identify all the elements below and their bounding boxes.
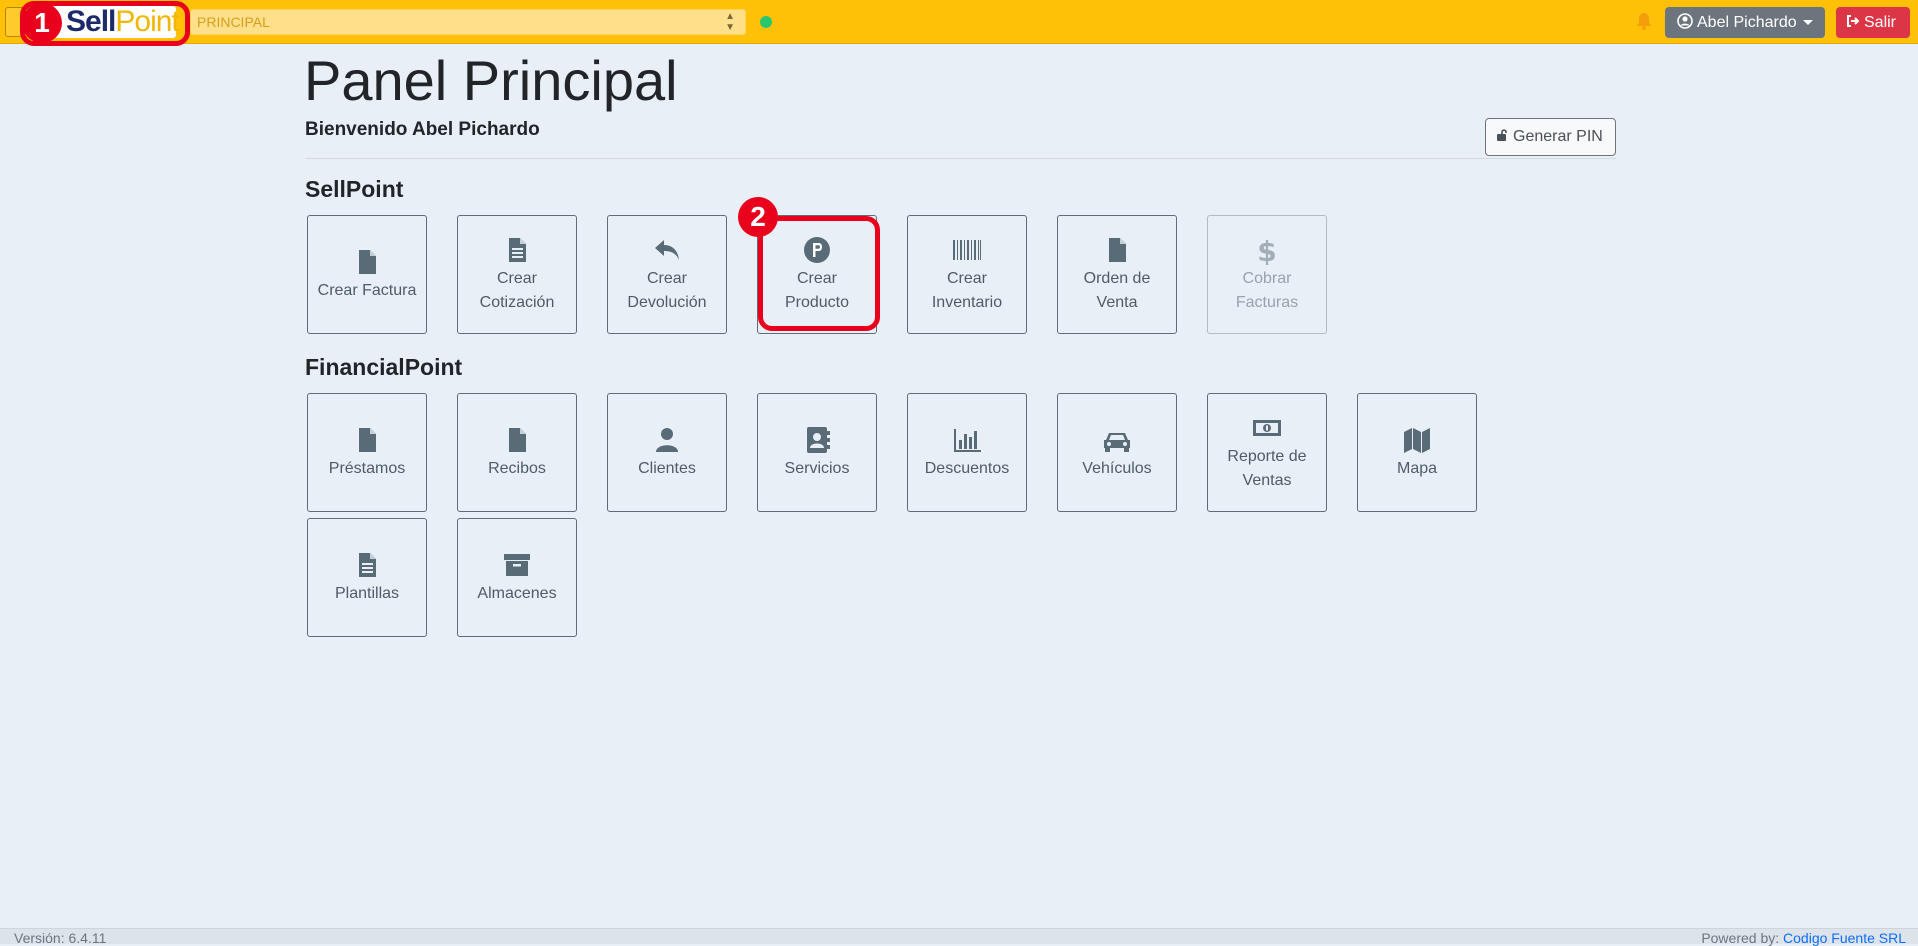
tile-cobrar-facturas: $ Cobrar Facturas bbox=[1207, 215, 1327, 334]
user-circle-icon bbox=[1677, 13, 1693, 29]
unlock-icon bbox=[1497, 129, 1507, 141]
header-divider bbox=[305, 158, 1616, 159]
file-text-icon bbox=[359, 552, 376, 577]
tile-label: Crear Factura bbox=[317, 281, 417, 299]
barcode-icon bbox=[953, 239, 981, 260]
dollar-icon: $ bbox=[1257, 235, 1276, 265]
chevron-down-icon bbox=[1803, 20, 1813, 25]
address-book-icon bbox=[807, 426, 830, 453]
section-title-financialpoint: FinancialPoint bbox=[305, 354, 463, 380]
annotation-number-2: 2 bbox=[738, 197, 778, 237]
annotation-highlight-2 bbox=[758, 216, 880, 331]
select-arrows-icon: ▲ ▼ bbox=[725, 11, 735, 33]
tile-crear-devolucion[interactable]: Crear Devolución bbox=[607, 215, 727, 334]
branch-select[interactable]: PRINCIPAL ▲ ▼ bbox=[190, 9, 746, 35]
user-icon bbox=[656, 427, 678, 452]
tile-servicios[interactable]: Servicios bbox=[757, 393, 877, 512]
tile-descuentos[interactable]: Descuentos bbox=[907, 393, 1027, 512]
tile-label: Préstamos bbox=[328, 459, 406, 477]
tile-label: Crear Cotización bbox=[479, 269, 555, 311]
tile-label: Vehículos bbox=[1082, 459, 1152, 477]
tile-almacenes[interactable]: Almacenes bbox=[457, 518, 577, 637]
tile-vehiculos[interactable]: Vehículos bbox=[1057, 393, 1177, 512]
tile-crear-cotizacion[interactable]: Crear Cotización bbox=[457, 215, 577, 334]
tile-plantillas[interactable]: Plantillas bbox=[307, 518, 427, 637]
generate-pin-label: Generar PIN bbox=[1513, 128, 1603, 145]
tile-label: Mapa bbox=[1396, 459, 1438, 477]
file-text-icon bbox=[509, 237, 526, 262]
svg-text:$: $ bbox=[1257, 235, 1276, 265]
generate-pin-button[interactable]: Generar PIN bbox=[1485, 118, 1616, 156]
powered-by: Powered by: Codigo Fuente SRL bbox=[1701, 930, 1906, 946]
tile-orden-de-venta[interactable]: Orden de Venta bbox=[1057, 215, 1177, 334]
tile-label: Clientes bbox=[638, 459, 696, 477]
version-text: Versión: 6.4.11 bbox=[14, 930, 107, 946]
archive-icon bbox=[504, 553, 530, 576]
tile-mapa[interactable]: Mapa bbox=[1357, 393, 1477, 512]
tile-label: Recibos bbox=[488, 459, 546, 477]
user-name: Abel Pichardo bbox=[1697, 14, 1797, 31]
tile-recibos[interactable]: Recibos bbox=[457, 393, 577, 512]
page-title: Panel Principal bbox=[304, 49, 678, 112]
tile-label: Orden de Venta bbox=[1083, 269, 1151, 311]
car-icon bbox=[1104, 432, 1130, 452]
branch-select-value: PRINCIPAL bbox=[197, 14, 270, 30]
file-icon bbox=[1109, 237, 1126, 262]
tile-prestamos[interactable]: Préstamos bbox=[307, 393, 427, 512]
tile-label: Servicios bbox=[784, 459, 850, 477]
section-title-sellpoint: SellPoint bbox=[305, 176, 404, 202]
file-icon bbox=[359, 249, 376, 274]
logout-button[interactable]: Salir bbox=[1836, 7, 1910, 38]
welcome-message: Bienvenido Abel Pichardo bbox=[305, 119, 540, 140]
tile-label: Almacenes bbox=[477, 584, 557, 602]
tile-label: Plantillas bbox=[334, 584, 400, 602]
user-menu-button[interactable]: Abel Pichardo bbox=[1665, 7, 1825, 38]
tile-crear-inventario[interactable]: Crear Inventario bbox=[907, 215, 1027, 334]
bell-icon[interactable] bbox=[1636, 12, 1652, 30]
footer-bar bbox=[0, 928, 1918, 944]
sign-out-icon bbox=[1847, 15, 1860, 27]
tile-label: Reporte de Ventas bbox=[1227, 447, 1307, 489]
file-icon bbox=[509, 427, 526, 452]
tile-reporte-de-ventas[interactable]: Reporte de Ventas bbox=[1207, 393, 1327, 512]
tile-crear-factura[interactable]: Crear Factura bbox=[307, 215, 427, 334]
bar-chart-icon bbox=[954, 428, 981, 452]
tile-label: Crear Devolución bbox=[627, 269, 707, 311]
powered-by-prefix: Powered by: bbox=[1701, 930, 1780, 946]
tile-clientes[interactable]: Clientes bbox=[607, 393, 727, 512]
codigo-fuente-link[interactable]: Codigo Fuente SRL bbox=[1783, 930, 1906, 946]
tile-label: Cobrar Facturas bbox=[1235, 269, 1299, 311]
reply-icon bbox=[655, 239, 679, 260]
annotation-number-1: 1 bbox=[22, 3, 62, 43]
online-status-indicator bbox=[760, 16, 772, 28]
tile-label: Crear Inventario bbox=[931, 269, 1003, 311]
tile-label: Descuentos bbox=[924, 459, 1010, 477]
top-navbar: SellPoint PRINCIPAL ▲ ▼ Abel Pichardo Sal… bbox=[0, 0, 1918, 44]
money-bill-icon bbox=[1253, 419, 1281, 436]
map-icon bbox=[1404, 427, 1430, 453]
logout-label: Salir bbox=[1864, 14, 1897, 31]
file-icon bbox=[359, 427, 376, 452]
